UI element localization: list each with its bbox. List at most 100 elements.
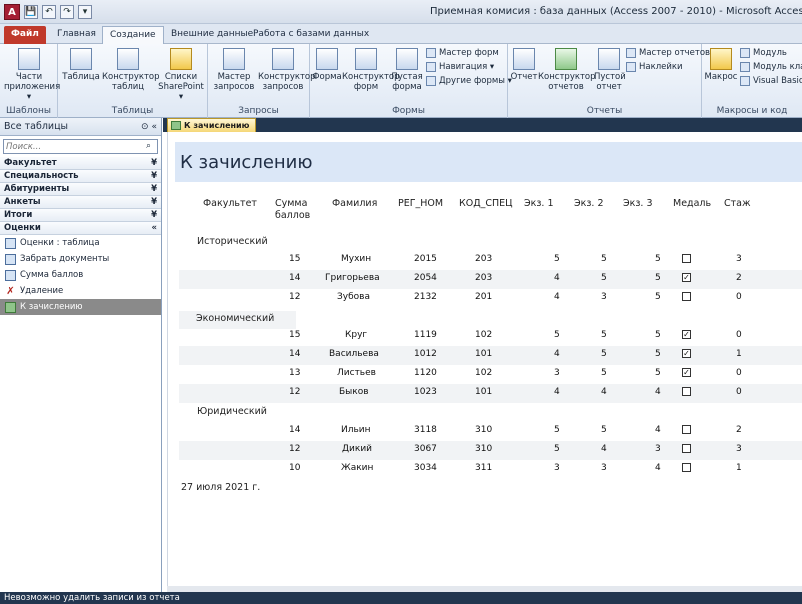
- form-wizard-icon: [426, 48, 436, 58]
- table-design-button[interactable]: Конструктор таблиц: [102, 48, 160, 92]
- blank-form-label: Пустая форма: [391, 72, 423, 92]
- nav-group-specialty[interactable]: Специальность ¥: [0, 170, 161, 183]
- cell-spec-code: 310: [475, 425, 493, 435]
- form-wizard-button[interactable]: Мастер форм: [426, 48, 499, 58]
- table-row: 14 Васильева 1012 101 4 5 5 ✓ 1: [179, 346, 802, 365]
- column-header-spec-code: КОД_СПЕЦ: [459, 198, 513, 209]
- labels-button[interactable]: Наклейки: [626, 62, 683, 72]
- tab-home[interactable]: Главная: [50, 26, 103, 44]
- cell-reg-num: 2132: [414, 292, 437, 302]
- medal-checkbox[interactable]: ✓: [682, 368, 691, 377]
- nav-item-grades-table[interactable]: Оценки : таблица: [0, 235, 161, 251]
- form-wizard-label: Мастер форм: [439, 48, 499, 58]
- table-design-icon: [117, 48, 139, 70]
- medal-checkbox[interactable]: [682, 387, 691, 396]
- nav-group-applicants[interactable]: Абитуриенты ¥: [0, 183, 161, 196]
- module-button[interactable]: Модуль: [740, 48, 787, 58]
- table-row: 12 Быков 1023 101 4 4 4 0: [179, 384, 802, 403]
- tab-create[interactable]: Создание: [102, 26, 164, 44]
- redo-icon[interactable]: ↷: [60, 5, 74, 19]
- ribbon-group-label: Формы: [392, 106, 425, 116]
- nav-item-deletion[interactable]: ✗ Удаление: [0, 283, 161, 299]
- nav-group-faculty[interactable]: Факультет ¥: [0, 157, 161, 170]
- medal-checkbox[interactable]: ✓: [682, 330, 691, 339]
- nav-group-grades[interactable]: Оценки «: [0, 222, 161, 235]
- query-design-label: Конструктор запросов: [258, 72, 316, 92]
- blank-report-button[interactable]: Пустой отчет: [594, 48, 626, 92]
- ribbon-group-label: Таблицы: [111, 106, 154, 116]
- nav-item-enrollment-report[interactable]: К зачислению: [0, 299, 161, 315]
- nav-search-input[interactable]: [6, 141, 136, 152]
- query-wizard-button[interactable]: Мастер запросов: [212, 48, 256, 92]
- cell-exam2: 4: [601, 387, 607, 397]
- cell-spec-code: 203: [475, 273, 493, 283]
- cell-reg-num: 2015: [414, 254, 437, 264]
- nav-group-results[interactable]: Итоги ¥: [0, 209, 161, 222]
- group-header-faculty: Юридический: [197, 406, 267, 417]
- table-button[interactable]: Таблица: [62, 48, 100, 82]
- cell-exam2: 3: [601, 292, 607, 302]
- medal-checkbox[interactable]: ✓: [682, 273, 691, 282]
- form-button[interactable]: Форма: [312, 48, 342, 82]
- class-module-button[interactable]: Модуль клас: [740, 62, 802, 72]
- customize-qat-icon[interactable]: ▾: [78, 5, 92, 19]
- navigation-pane-header[interactable]: Все таблицы ⊙ «: [0, 118, 161, 136]
- cell-experience: 0: [736, 387, 742, 397]
- quick-access-toolbar: A 💾 ↶ ↷ ▾: [4, 4, 92, 20]
- cell-surname: Григорьева: [325, 273, 380, 283]
- report-wizard-label: Мастер отчетов: [639, 48, 711, 58]
- column-header-reg-num: РЕГ_НОМ: [398, 198, 444, 209]
- more-forms-button[interactable]: Другие формы ▾: [426, 76, 512, 86]
- status-text: Невозможно удалить записи из отчета: [4, 593, 180, 603]
- medal-checkbox[interactable]: [682, 425, 691, 434]
- access-logo-icon[interactable]: A: [4, 4, 20, 20]
- search-icon[interactable]: ⌕: [142, 140, 155, 153]
- form-design-button[interactable]: Конструктор форм: [342, 48, 400, 92]
- nav-item-score-sum[interactable]: Сумма баллов: [0, 267, 161, 283]
- medal-checkbox[interactable]: [682, 444, 691, 453]
- sharepoint-lists-button[interactable]: Списки SharePoint ▾: [156, 48, 206, 102]
- document-tab-enrollment[interactable]: К зачислению: [167, 118, 257, 132]
- column-header-score-sum: Сумма баллов: [275, 198, 311, 221]
- report-icon: [171, 121, 181, 130]
- nav-group-questionnaires[interactable]: Анкеты ¥: [0, 196, 161, 209]
- cell-exam1: 5: [554, 444, 560, 454]
- medal-checkbox[interactable]: [682, 254, 691, 263]
- cell-experience: 2: [736, 425, 742, 435]
- macro-button[interactable]: Макрос: [704, 48, 738, 82]
- medal-checkbox[interactable]: ✓: [682, 349, 691, 358]
- cell-spec-code: 101: [475, 349, 493, 359]
- cell-score-sum: 12: [289, 444, 301, 454]
- report-design-button[interactable]: Конструктор отчетов: [538, 48, 596, 92]
- nav-header-controls: ⊙ «: [141, 122, 157, 132]
- navigation-button[interactable]: Навигация ▾: [426, 62, 494, 72]
- application-parts-button[interactable]: Части приложения ▾: [4, 48, 60, 102]
- undo-icon[interactable]: ↶: [42, 5, 56, 19]
- report-wizard-icon: [626, 48, 636, 58]
- navigation-pane-title: Все таблицы: [4, 121, 69, 132]
- ribbon-group-forms: Форма Конструктор форм Пустая форма Маст…: [310, 44, 512, 118]
- visual-basic-label: Visual Basic: [753, 76, 802, 86]
- nav-collapse-icon[interactable]: «: [151, 122, 157, 132]
- report-header-band: К зачислению: [175, 142, 802, 182]
- visual-basic-button[interactable]: Visual Basic: [740, 76, 802, 86]
- medal-checkbox[interactable]: [682, 292, 691, 301]
- nav-dropdown-icon[interactable]: ⊙: [141, 122, 149, 132]
- report-button[interactable]: Отчет: [510, 48, 538, 82]
- nav-item-take-documents[interactable]: Забрать документы: [0, 251, 161, 267]
- nav-item-label: Оценки : таблица: [20, 238, 100, 248]
- save-icon[interactable]: 💾: [24, 5, 38, 19]
- cell-score-sum: 12: [289, 292, 301, 302]
- medal-checkbox[interactable]: [682, 463, 691, 472]
- blank-form-button[interactable]: Пустая форма: [390, 48, 424, 92]
- tab-database-tools[interactable]: Работа с базами данных: [246, 26, 376, 44]
- cell-exam1: 5: [554, 330, 560, 340]
- report-wizard-button[interactable]: Мастер отчетов: [626, 48, 710, 58]
- cell-exam3: 5: [655, 292, 661, 302]
- ribbon: Части приложения ▾ Шаблоны Таблица Конст…: [0, 44, 802, 118]
- tab-file[interactable]: Файл: [4, 26, 46, 44]
- document-area: К зачислению К зачислению Факультет Сумм…: [163, 118, 802, 592]
- query-design-button[interactable]: Конструктор запросов: [258, 48, 316, 92]
- cell-exam1: 3: [554, 368, 560, 378]
- cell-exam2: 5: [601, 425, 607, 435]
